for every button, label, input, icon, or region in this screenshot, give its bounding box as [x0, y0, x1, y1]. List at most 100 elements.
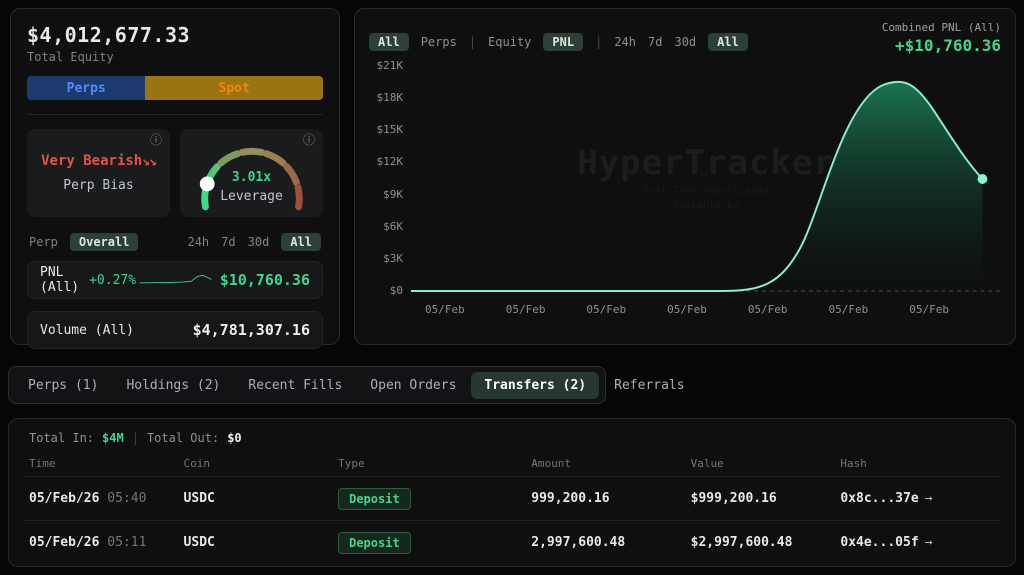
y-tick: $0 — [389, 283, 403, 297]
scope-perp-option[interactable]: Perp — [29, 235, 58, 249]
chart-plot-area[interactable]: HyperTracker Real-Time Hyperliquid Insig… — [411, 57, 1001, 299]
scope-timeframe-row: Perp Overall 24h 7d 30d All — [27, 233, 323, 251]
external-link-arrow-icon: → — [924, 491, 933, 506]
transfer-hash-link[interactable]: 0x4e...05f → — [840, 535, 995, 550]
y-tick: $12K — [376, 155, 404, 169]
timeframe-24h[interactable]: 24h — [187, 235, 209, 249]
last-point-dot — [977, 174, 988, 184]
equity-panel: $4,012,677.33 Total Equity Perps Spot ⓘ … — [10, 8, 340, 349]
chart-timeframe-30d[interactable]: 30d — [674, 35, 696, 49]
leverage-gauge: 3.01x Leverage — [188, 135, 316, 215]
transfer-hash-link[interactable]: 0x8c...37e → — [840, 491, 995, 506]
col-time: Time — [29, 457, 56, 470]
y-tick: $15K — [376, 123, 404, 137]
y-tick: $3K — [383, 251, 403, 265]
tab-recent-fills[interactable]: Recent Fills — [235, 372, 355, 399]
total-in-label: Total In: — [29, 431, 95, 445]
x-tick: 05/Feb — [505, 303, 546, 316]
scope-overall-option[interactable]: Overall — [69, 233, 139, 251]
chart-mode-equity[interactable]: Equity — [488, 35, 531, 49]
perps-button[interactable]: Perps — [27, 76, 146, 100]
deposit-badge: Deposit — [338, 487, 411, 510]
pnl-stat-row: PNL (All) +0.27% $10,760.36 — [27, 261, 323, 299]
deposit-badge: Deposit — [338, 531, 411, 554]
x-tick: 05/Feb — [909, 303, 949, 316]
leverage-card: ⓘ 3.01x Leverage — [180, 129, 323, 217]
y-tick: $9K — [383, 187, 403, 201]
trend-down-arrows-icon: ↘↘ — [142, 154, 157, 169]
table-row: 05/Feb/26 05:11 USDC Deposit 2,997,600.4… — [23, 520, 1001, 564]
timeframe-all[interactable]: All — [281, 233, 321, 251]
col-hash: Hash — [840, 457, 867, 470]
leverage-label: Leverage — [220, 188, 283, 204]
perp-bias-value: Very Bearish↘↘ — [41, 153, 157, 169]
col-value: Value — [690, 457, 724, 470]
x-tick: 05/Feb — [747, 303, 788, 316]
transfers-panel: Total In: $4M | Total Out: $0 Time Coin … — [8, 418, 1016, 567]
external-link-arrow-icon: → — [924, 535, 933, 550]
transfer-coin: USDC — [183, 491, 215, 506]
chart-timeframe-all[interactable]: All — [708, 33, 748, 51]
transfer-amount: 999,200.16 — [531, 491, 610, 506]
x-tick: 05/Feb — [828, 303, 869, 316]
total-in-value: $4M — [102, 431, 124, 445]
tab-holdings[interactable]: Holdings (2) — [113, 372, 233, 399]
transfer-value: $2,997,600.48 — [690, 535, 793, 550]
separator: | — [131, 431, 139, 445]
pnl-label: PNL (All) — [40, 265, 80, 295]
col-coin: Coin — [183, 457, 211, 470]
transfers-table-header: Time Coin Type Amount Value Hash — [23, 453, 1001, 476]
leverage-value: 3.01x — [231, 170, 272, 185]
separator: | — [595, 35, 603, 49]
x-tick: 05/Feb — [667, 303, 707, 316]
total-equity-label: Total Equity — [27, 50, 114, 64]
tab-transfers[interactable]: Transfers (2) — [471, 371, 600, 399]
timeframe-30d[interactable]: 30d — [248, 235, 270, 249]
combined-pnl-label: Combined PNL (All) — [881, 21, 1001, 34]
timeframe-7d[interactable]: 7d — [221, 235, 235, 249]
divider — [27, 114, 323, 115]
chart-scope-all[interactable]: All — [369, 33, 409, 51]
perps-spot-toggle: Perps Spot — [27, 76, 323, 100]
tab-perps[interactable]: Perps (1) — [15, 372, 111, 399]
perp-bias-text: Very Bearish — [41, 153, 143, 169]
pnl-sparkline-icon — [139, 274, 212, 284]
tab-referrals[interactable]: Referrals — [601, 372, 697, 399]
chart-x-axis: 05/Feb 05/Feb 05/Feb 05/Feb 05/Feb 05/Fe… — [369, 299, 1001, 316]
chart-y-axis: $21K $18K $15K $12K $9K $6K $3K $0 — [369, 57, 411, 299]
transfer-time: 05/Feb/26 05:11 — [29, 535, 147, 550]
y-tick: $21K — [376, 59, 404, 72]
transfer-time: 05/Feb/26 05:40 — [29, 491, 147, 506]
col-amount: Amount — [531, 457, 572, 470]
pnl-area-chart — [411, 80, 1001, 292]
x-tick: 05/Feb — [586, 303, 627, 316]
total-equity-value: $4,012,677.33 — [27, 23, 191, 47]
pnl-area-fill — [411, 81, 983, 292]
separator: | — [468, 35, 477, 49]
volume-stat-row: Volume (All) $4,781,307.16 — [27, 311, 323, 349]
spot-button[interactable]: Spot — [145, 76, 323, 100]
y-tick: $18K — [376, 91, 404, 105]
total-out-value: $0 — [227, 431, 242, 445]
section-tabbar: Perps (1) Holdings (2) Recent Fills Open… — [8, 366, 685, 404]
chart-timeframe-24h[interactable]: 24h — [614, 35, 636, 49]
transfer-totals: Total In: $4M | Total Out: $0 — [23, 427, 1001, 453]
perp-bias-card: ⓘ Very Bearish↘↘ Perp Bias — [27, 129, 170, 217]
combined-pnl-value: +$10,760.36 — [895, 36, 1001, 55]
perp-bias-label: Perp Bias — [63, 178, 134, 193]
table-row: 05/Feb/26 05:40 USDC Deposit 999,200.16 … — [23, 476, 1001, 520]
pnl-chart-panel: All Perps | Equity PNL | 24h 7d 30d All … — [354, 8, 1016, 345]
transfer-value: $999,200.16 — [690, 491, 777, 506]
chart-timeframe-7d[interactable]: 7d — [648, 35, 662, 49]
pnl-value: $10,760.36 — [219, 271, 310, 289]
total-out-label: Total Out: — [146, 431, 220, 445]
pnl-percent: +0.27% — [89, 272, 137, 288]
tab-open-orders[interactable]: Open Orders — [357, 372, 469, 399]
chart-scope-perps[interactable]: Perps — [421, 35, 457, 49]
transfer-coin: USDC — [183, 535, 215, 550]
chart-mode-pnl[interactable]: PNL — [543, 33, 584, 51]
x-tick: 05/Feb — [425, 303, 465, 316]
info-icon[interactable]: ⓘ — [150, 134, 162, 146]
volume-label: Volume (All) — [40, 322, 134, 338]
volume-value: $4,781,307.16 — [192, 321, 310, 339]
